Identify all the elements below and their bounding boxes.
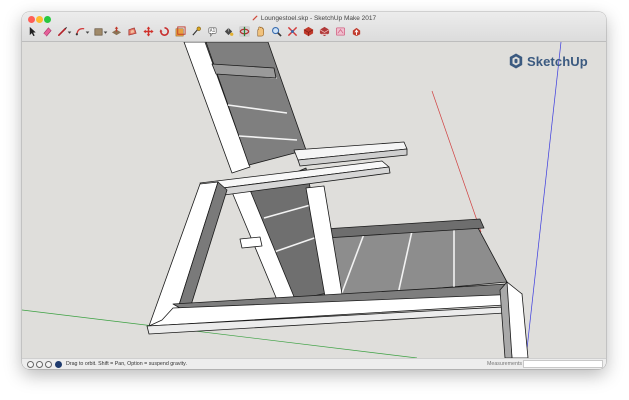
push-pull-tool-icon[interactable] <box>111 26 122 37</box>
measurements-input[interactable] <box>523 360 603 368</box>
zoom-extents-tool-icon[interactable] <box>287 26 298 37</box>
sketchup-logo-text: SketchUp <box>527 53 588 69</box>
line-tool-dropdown-icon[interactable] <box>67 26 72 37</box>
model-canvas[interactable] <box>22 42 606 358</box>
orbit-tool-icon[interactable] <box>239 26 250 37</box>
zoom-tool-icon[interactable] <box>271 26 282 37</box>
sketchup-logo-icon <box>509 53 523 69</box>
eraser-tool-icon[interactable] <box>42 26 53 37</box>
offset-tool-icon[interactable] <box>127 26 138 37</box>
model-viewport[interactable]: SketchUp <box>22 42 606 358</box>
paint-bucket-tool-icon[interactable] <box>223 26 234 37</box>
extension-warehouse-tool-icon[interactable] <box>319 26 330 37</box>
share-model-tool-icon[interactable] <box>351 26 362 37</box>
move-tool-icon[interactable] <box>143 26 154 37</box>
title-bar: Loungestoel.skp - SketchUp Make 2017 A1 <box>22 12 606 42</box>
layout-tool-icon[interactable] <box>335 26 346 37</box>
window-title-text: Loungestoel.skp - SketchUp Make 2017 <box>260 15 377 22</box>
sketchup-window: Loungestoel.skp - SketchUp Make 2017 A1 … <box>22 12 606 369</box>
text-tool-icon[interactable]: A1 <box>207 26 218 37</box>
window-title: Loungestoel.skp - SketchUp Make 2017 <box>22 15 606 22</box>
select-tool-icon[interactable] <box>27 26 38 37</box>
status-hint: Drag to orbit. Shift = Pan, Option = sus… <box>66 360 187 367</box>
lounge-chair-model[interactable] <box>146 42 529 358</box>
red-axis <box>431 90 482 233</box>
tape-measure-tool-icon[interactable] <box>191 26 202 37</box>
credits-info-icon[interactable] <box>36 360 43 368</box>
instructor-toggle-icon[interactable] <box>55 360 62 368</box>
rectangle-tool-dropdown-icon[interactable] <box>103 26 108 37</box>
scale-tool-icon[interactable] <box>175 26 186 37</box>
geo-location-icon[interactable] <box>27 360 34 368</box>
arc-tool-dropdown-icon[interactable] <box>85 26 90 37</box>
user-account-icon[interactable] <box>45 360 52 368</box>
svg-text:A1: A1 <box>210 28 216 33</box>
rotate-tool-icon[interactable] <box>159 26 170 37</box>
pan-tool-icon[interactable] <box>255 26 266 37</box>
document-icon <box>252 15 258 21</box>
measurements-label: Measurements <box>487 361 523 367</box>
blue-axis <box>525 42 562 358</box>
warehouse-tool-icon[interactable] <box>303 26 314 37</box>
small-crossbar <box>239 236 263 249</box>
status-bar: Drag to orbit. Shift = Pan, Option = sus… <box>22 358 606 369</box>
sketchup-logo: SketchUp <box>509 51 588 71</box>
